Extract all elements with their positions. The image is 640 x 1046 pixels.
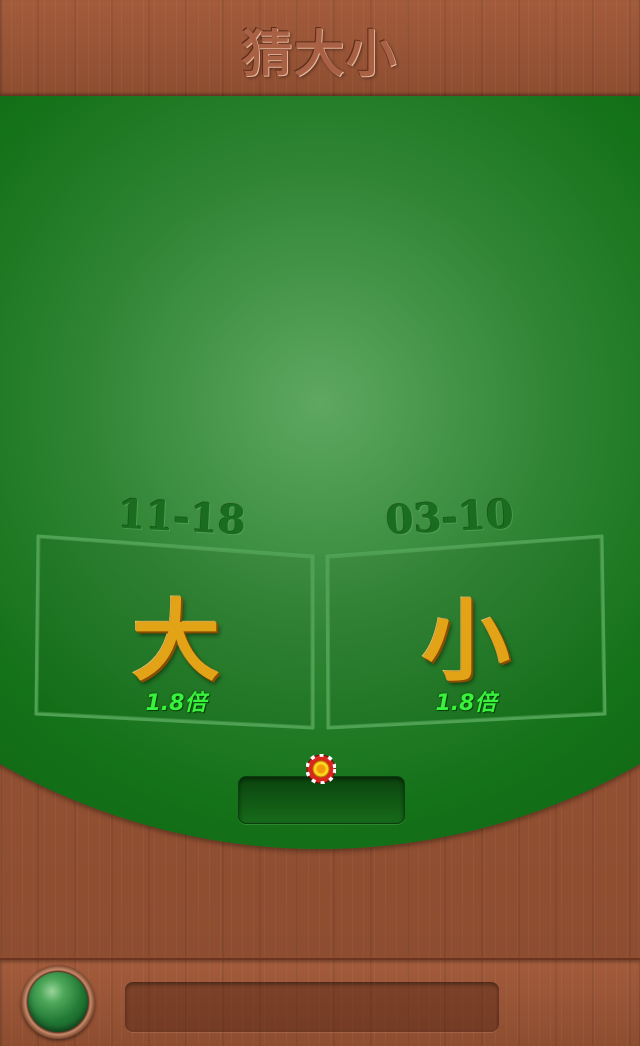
menu-button[interactable] <box>21 965 95 1039</box>
footer-bar <box>0 958 640 1046</box>
game-table: 11-18 03-10 大 1.8倍 小 1.8倍 <box>0 96 640 958</box>
bet-small-label: 小 <box>421 590 510 693</box>
bet-small-area[interactable]: 小 1.8倍 <box>324 533 608 733</box>
game-title: 猜大小 <box>242 25 398 83</box>
poker-chip-icon[interactable] <box>306 754 336 784</box>
bet-big-odds: 1.8倍 <box>145 691 207 716</box>
bet-big-area[interactable]: 大 1.8倍 <box>34 533 318 733</box>
green-felt <box>0 96 640 849</box>
bet-big-label: 大 <box>131 590 220 693</box>
green-round-button-icon <box>28 972 88 1032</box>
message-bar <box>125 982 499 1032</box>
header-bar: 猜大小 <box>0 0 640 96</box>
bet-small-odds: 1.8倍 <box>435 691 497 716</box>
